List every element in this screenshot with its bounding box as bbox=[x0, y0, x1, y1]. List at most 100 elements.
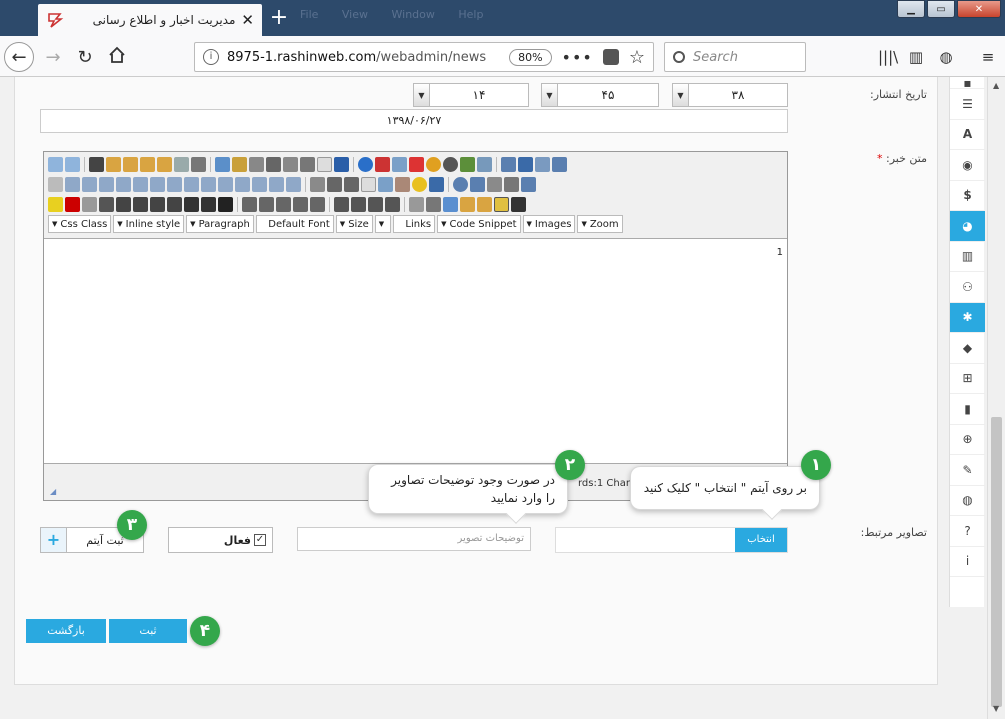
blank-dropdown[interactable]: ▼ bbox=[374, 215, 392, 233]
align-center-icon[interactable] bbox=[150, 196, 165, 212]
delete-col-icon[interactable] bbox=[269, 176, 284, 192]
table-split-icon[interactable] bbox=[167, 176, 182, 192]
links-dropdown[interactable]: Links bbox=[393, 215, 436, 233]
spellcheck-icon[interactable] bbox=[215, 156, 230, 172]
globe-icon[interactable]: ◍ bbox=[936, 48, 956, 66]
sidebar-item-menu[interactable]: ▪ bbox=[950, 76, 985, 90]
sidebar-item-users[interactable]: ◉ bbox=[950, 150, 985, 181]
paste-text-icon[interactable] bbox=[123, 156, 138, 172]
new-document-icon[interactable] bbox=[317, 156, 332, 172]
date-select-year[interactable]: ▼ ۱۴ bbox=[413, 83, 529, 107]
size-dropdown[interactable]: ▼ Size bbox=[335, 215, 373, 233]
link-icon[interactable] bbox=[552, 156, 567, 172]
subscript-icon[interactable] bbox=[293, 196, 308, 212]
select-image-button[interactable]: انتخاب bbox=[735, 528, 787, 552]
resize-grip-icon[interactable]: ◢ bbox=[50, 487, 56, 496]
browser-tab[interactable]: ✕ مدیریت اخبار و اطلاع رسانی bbox=[38, 4, 262, 36]
delete-icon[interactable] bbox=[89, 156, 104, 172]
format-painter-icon[interactable] bbox=[99, 196, 114, 212]
bullet-list-icon[interactable] bbox=[368, 196, 383, 212]
sidebar-item-font[interactable]: A bbox=[950, 120, 985, 150]
toggle-border-icon[interactable] bbox=[443, 196, 458, 212]
bold-icon[interactable] bbox=[218, 196, 233, 212]
font-color-icon[interactable] bbox=[65, 196, 80, 212]
images-dropdown[interactable]: ▼ Images bbox=[522, 215, 576, 233]
table-column-icon[interactable] bbox=[116, 176, 131, 192]
clean-icon[interactable] bbox=[232, 156, 247, 172]
editor-content-area[interactable]: 1 bbox=[44, 238, 787, 464]
italic-icon[interactable] bbox=[201, 196, 216, 212]
font-size-down-icon[interactable] bbox=[259, 196, 274, 212]
sidebar-item-help[interactable]: ? bbox=[950, 516, 985, 547]
bookmark-star-icon[interactable]: ☆ bbox=[629, 47, 645, 68]
table-row-icon[interactable] bbox=[99, 176, 114, 192]
reload-button[interactable]: ↻ bbox=[70, 42, 100, 72]
font-dropdown[interactable]: Default Font bbox=[255, 215, 334, 233]
flash-icon[interactable] bbox=[443, 156, 458, 172]
url-text[interactable]: 8975-1.rashinweb.com/webadmin/news bbox=[227, 50, 509, 65]
insert-col-left-icon[interactable] bbox=[235, 176, 250, 192]
unlink-icon[interactable] bbox=[535, 156, 550, 172]
image-edit-icon[interactable] bbox=[460, 156, 475, 172]
scroll-up-icon[interactable]: ▲ bbox=[993, 81, 999, 90]
undo-icon[interactable] bbox=[65, 156, 80, 172]
maximize-button[interactable]: ▭ bbox=[927, 0, 955, 18]
active-checkbox[interactable]: ✓ bbox=[254, 534, 266, 546]
absolute-position-icon[interactable] bbox=[426, 196, 441, 212]
find-icon[interactable] bbox=[266, 156, 281, 172]
youtube-icon[interactable] bbox=[375, 156, 390, 172]
pocket-icon[interactable] bbox=[602, 49, 619, 65]
pdf-icon[interactable] bbox=[409, 156, 424, 172]
page-scrollbar[interactable]: ▲ ▼ bbox=[987, 77, 1005, 719]
cut-icon[interactable] bbox=[191, 156, 206, 172]
sidebar-item-windows[interactable]: ⊞ bbox=[950, 364, 985, 394]
sidebar-item-search[interactable]: ⊕ bbox=[950, 425, 985, 455]
insert-row-below-icon[interactable] bbox=[201, 176, 216, 192]
scroll-down-icon[interactable]: ▼ bbox=[993, 704, 999, 713]
sidebar-item-settings[interactable]: ✱ bbox=[950, 302, 985, 333]
sidebar-item-stats[interactable]: ▥ bbox=[950, 242, 985, 272]
justify-icon[interactable] bbox=[116, 196, 131, 212]
active-checkbox-field[interactable]: فعال ✓ bbox=[168, 527, 273, 553]
image-icon[interactable] bbox=[477, 156, 492, 172]
code-snippet-dropdown[interactable]: ▼ Code Snippet bbox=[437, 215, 521, 233]
site-info-icon[interactable]: i bbox=[203, 49, 219, 65]
div-icon[interactable] bbox=[361, 176, 376, 192]
align-left-icon[interactable] bbox=[167, 196, 182, 212]
print-icon[interactable] bbox=[300, 156, 315, 172]
address-bar[interactable]: i 8975-1.rashinweb.com/webadmin/news 80%… bbox=[194, 42, 654, 72]
date-select-day[interactable]: ▼ ۳۸ bbox=[672, 83, 788, 107]
scroll-thumb[interactable] bbox=[991, 417, 1002, 707]
sidebar-item-info[interactable]: i bbox=[950, 547, 985, 577]
eraser-icon[interactable] bbox=[82, 196, 97, 212]
symbol-icon[interactable] bbox=[395, 176, 410, 192]
sidebar-toggle-icon[interactable]: ▥ bbox=[906, 48, 926, 66]
save-icon[interactable] bbox=[334, 156, 349, 172]
redo-icon[interactable] bbox=[48, 156, 63, 172]
sidebar-item-web[interactable]: ◍ bbox=[950, 486, 985, 516]
insert-row-above-icon[interactable] bbox=[184, 176, 199, 192]
paste-html-icon[interactable] bbox=[157, 156, 172, 172]
omega-icon[interactable] bbox=[429, 176, 444, 192]
horizontal-rule-icon[interactable] bbox=[65, 176, 80, 192]
outdent-icon[interactable] bbox=[351, 196, 366, 212]
back-button[interactable]: بازگشت bbox=[26, 619, 106, 643]
sidebar-item-list[interactable]: ☰ bbox=[950, 89, 985, 120]
table-props-icon[interactable] bbox=[286, 176, 301, 192]
home-button[interactable] bbox=[102, 42, 132, 72]
layer-icon[interactable] bbox=[460, 196, 475, 212]
table-merge-icon[interactable] bbox=[150, 176, 165, 192]
insert-col-right-icon[interactable] bbox=[252, 176, 267, 192]
underline-icon[interactable] bbox=[184, 196, 199, 212]
new-tab-button[interactable]: + bbox=[266, 6, 292, 32]
text-block-icon[interactable] bbox=[504, 176, 519, 192]
full-screen-icon[interactable] bbox=[494, 196, 509, 212]
library-icon[interactable]: |||\ bbox=[878, 48, 898, 66]
clock-icon[interactable] bbox=[453, 176, 468, 192]
search-bar[interactable]: Search bbox=[664, 42, 806, 72]
sidebar-item-files[interactable]: ▮ bbox=[950, 394, 985, 425]
preview-icon[interactable] bbox=[521, 176, 536, 192]
calendar-icon[interactable] bbox=[470, 176, 485, 192]
help-icon[interactable] bbox=[358, 156, 373, 172]
insert-link-icon[interactable] bbox=[501, 156, 516, 172]
